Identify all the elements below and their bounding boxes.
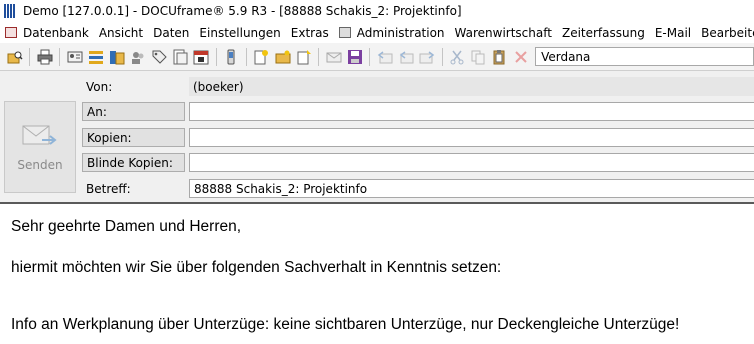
forward-icon <box>419 50 435 63</box>
send-receive-button[interactable] <box>325 48 342 66</box>
send-button[interactable]: Senden <box>4 101 76 193</box>
copy-icon <box>471 50 485 64</box>
message-header: Senden Von: (boeker) An: Kopien: Blinde … <box>0 71 754 202</box>
menu-ansicht[interactable]: Ansicht <box>94 22 148 43</box>
title-bar: Demo [127.0.0.1] - DOCUframe® 5.9 R3 - [… <box>0 0 754 22</box>
cc-field[interactable] <box>189 128 754 147</box>
menu-label: Zeiterfassung <box>561 25 645 40</box>
menu-administration[interactable]: Administration <box>334 22 450 43</box>
menu-label: Bearbeiten <box>701 25 754 40</box>
print-button[interactable] <box>36 48 53 66</box>
menu-email[interactable]: E-Mail <box>650 22 696 43</box>
database-icon <box>5 27 17 38</box>
bcc-button[interactable]: Blinde Kopien: <box>82 153 185 172</box>
save-icon <box>347 49 362 64</box>
menu-warenwirtschaft[interactable]: Warenwirtschaft <box>450 22 557 43</box>
phone-button[interactable] <box>223 48 240 66</box>
calendar-button[interactable] <box>193 48 210 66</box>
body-line: Info an Werkplanung über Unterzüge: kein… <box>11 316 680 333</box>
send-receive-icon <box>326 52 342 62</box>
to-field[interactable] <box>189 102 754 121</box>
menu-label: E-Mail <box>654 25 692 40</box>
toolbar-separator <box>245 47 247 66</box>
scissors-icon <box>450 50 464 64</box>
cut-button[interactable] <box>449 48 466 66</box>
reply-all-icon <box>399 50 414 63</box>
forward-button[interactable] <box>419 48 436 66</box>
calendar-icon <box>193 50 209 64</box>
menu-einstellungen[interactable]: Einstellungen <box>194 22 285 43</box>
subject-label: Betreff: <box>86 181 131 196</box>
paste-button[interactable] <box>491 48 508 66</box>
message-body-editor[interactable]: Sehr geehrte Damen und Herren, hiermit m… <box>0 202 754 344</box>
contacts-button[interactable] <box>129 48 146 66</box>
menu-extras[interactable]: Extras <box>286 22 334 43</box>
toolbar-separator <box>369 47 371 66</box>
phone-icon <box>227 49 235 64</box>
menu-label: Datenbank <box>23 25 89 40</box>
to-button[interactable]: An: <box>82 102 185 121</box>
menu-bar: Datenbank Ansicht Daten Einstellungen Ex… <box>0 22 754 43</box>
admin-icon <box>338 27 351 38</box>
open-folder-button[interactable] <box>274 48 291 66</box>
cc-button[interactable]: Kopien: <box>82 128 185 147</box>
menu-label: Warenwirtschaft <box>454 25 552 40</box>
open-folder-icon <box>275 50 291 63</box>
delete-x-icon <box>514 50 527 63</box>
toolbar-separator <box>215 47 217 66</box>
font-select[interactable]: Verdana <box>535 47 754 66</box>
document-icon <box>173 49 188 64</box>
send-button-label: Senden <box>17 158 63 172</box>
toolbar-separator <box>59 47 61 66</box>
contacts-icon <box>132 51 144 64</box>
search-folder-icon <box>7 51 23 63</box>
from-field: (boeker) <box>189 77 754 96</box>
copy-button[interactable] <box>470 48 487 66</box>
tag-icon <box>152 50 167 64</box>
new-document-icon <box>297 49 311 64</box>
reply-icon <box>377 50 393 63</box>
menu-label: Einstellungen <box>199 25 281 40</box>
menu-label: Daten <box>153 25 190 40</box>
toolbar-separator <box>318 47 320 66</box>
delete-button[interactable] <box>512 48 529 66</box>
new-message-icon <box>254 49 269 64</box>
send-mail-icon <box>22 125 57 145</box>
paste-icon <box>493 49 505 64</box>
app-icon <box>4 4 18 18</box>
folder-button[interactable] <box>108 48 125 66</box>
menu-label: Ansicht <box>98 25 144 40</box>
menu-datenbank[interactable]: Datenbank <box>0 22 94 43</box>
reply-button[interactable] <box>376 48 393 66</box>
save-button[interactable] <box>346 48 363 66</box>
subject-field[interactable]: 88888 Schakis_2: Projektinfo <box>189 179 754 198</box>
toolbar: Verdana <box>0 43 754 71</box>
folder-icon <box>109 50 125 64</box>
printer-icon <box>37 49 53 64</box>
contact-card-icon <box>67 51 83 62</box>
new-message-button[interactable] <box>253 48 270 66</box>
contact-card-button[interactable] <box>66 48 83 66</box>
window-title: Demo [127.0.0.1] - DOCUframe® 5.9 R3 - [… <box>23 4 462 18</box>
menu-bearbeiten[interactable]: Bearbeiten <box>696 22 754 43</box>
toolbar-separator <box>29 47 31 66</box>
toolbar-separator <box>441 47 443 66</box>
menu-label: Extras <box>290 25 329 40</box>
menu-daten[interactable]: Daten <box>148 22 194 43</box>
bcc-field[interactable] <box>189 153 754 172</box>
font-select-value: Verdana <box>541 49 591 64</box>
from-label: Von: <box>86 79 113 94</box>
search-folder-button[interactable] <box>6 48 23 66</box>
new-document-button[interactable] <box>295 48 312 66</box>
menu-zeiterfassung[interactable]: Zeiterfassung <box>557 22 650 43</box>
body-line: hiermit möchten wir Sie über folgenden S… <box>11 259 502 276</box>
reply-all-button[interactable] <box>397 48 414 66</box>
document-button[interactable] <box>172 48 189 66</box>
list-button[interactable] <box>87 48 104 66</box>
menu-label: Administration <box>356 25 445 40</box>
tag-button[interactable] <box>151 48 168 66</box>
body-line: Sehr geehrte Damen und Herren, <box>11 218 242 235</box>
list-icon <box>88 50 103 64</box>
